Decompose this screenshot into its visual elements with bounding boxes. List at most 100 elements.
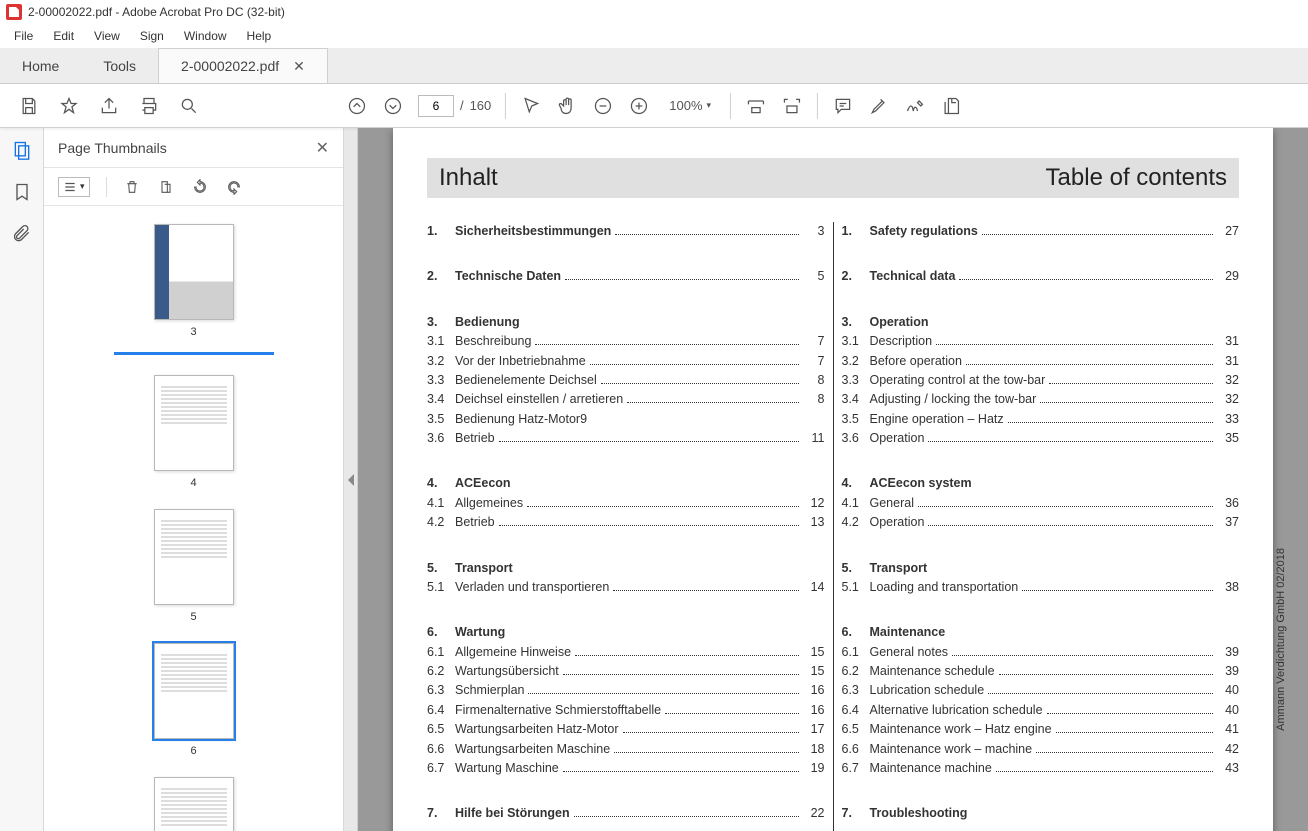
tab-close-icon[interactable]: ✕ [293,58,305,75]
panel-close-icon[interactable]: ✕ [316,138,329,158]
toc-entry: 3.6Operation35 [842,429,1240,448]
thumbnail-label: 3 [190,326,196,338]
toc-entry: 3.5Engine operation – Hatz33 [842,410,1240,429]
toc-heading: 3.Bedienung [427,313,825,332]
toc-heading: 6.Maintenance [842,623,1240,642]
toc-entry: 6.5Maintenance work – Hatz engine41 [842,720,1240,739]
thumbnails-icon[interactable] [10,138,34,162]
more-tools-icon[interactable] [940,95,962,117]
panel-title: Page Thumbnails [58,140,167,156]
panel-collapse-handle[interactable] [344,128,358,831]
zoom-out-icon[interactable] [592,95,614,117]
fit-page-icon[interactable] [781,95,803,117]
toc-entry: 6.7Maintenance machine43 [842,759,1240,778]
menu-edit[interactable]: Edit [45,27,82,45]
thumbnail-page-6[interactable]: 6 [154,643,234,757]
thumb-insert-icon[interactable] [157,178,175,196]
tab-home[interactable]: Home [0,48,81,83]
toc-entry: 3.1Beschreibung7 [427,332,825,351]
chevron-down-icon: ▾ [707,100,712,111]
app-icon [6,4,22,20]
toc-heading: 1.Safety regulations27 [842,222,1240,241]
toc-heading: 6.Wartung [427,623,825,642]
toc-heading: 4.ACEecon [427,474,825,493]
toc-entry: 6.4Firmenalternative Schmierstofftabelle… [427,701,825,720]
toc-entry: 3.3Bedienelemente Deichsel8 [427,371,825,390]
toc-entry: 6.1Allgemeine Hinweise15 [427,643,825,662]
zoom-in-icon[interactable] [628,95,650,117]
menu-window[interactable]: Window [176,27,235,45]
page-total: 160 [470,98,492,113]
menu-file[interactable]: File [6,27,41,45]
nav-rail [0,128,44,831]
thumbnail-page-5[interactable]: 5 [154,509,234,623]
tab-document-label: 2-00002022.pdf [181,58,279,74]
toc-entry: 5.1Verladen und transportieren14 [427,578,825,597]
toc-heading: 1.Sicherheitsbestimmungen3 [427,222,825,241]
delete-icon[interactable] [123,178,141,196]
thumbnail-page-7[interactable]: 7 [154,777,234,831]
tab-document[interactable]: 2-00002022.pdf ✕ [158,48,328,83]
rotate-ccw-icon[interactable] [191,178,209,196]
menu-sign[interactable]: Sign [132,27,172,45]
star-icon[interactable] [58,95,80,117]
toc-entry: 6.1General notes39 [842,643,1240,662]
toc-entry: 4.2Operation37 [842,513,1240,532]
sign-icon[interactable] [904,95,926,117]
toc-entry: 3.4Adjusting / locking the tow-bar32 [842,390,1240,409]
hand-icon[interactable] [556,95,578,117]
toc-entry: 6.3Schmierplan16 [427,681,825,700]
zoom-level[interactable]: 100%▾ [664,95,716,116]
thumbnails-panel: Page Thumbnails ✕ ▾ 3 4 5 6 7 [44,128,344,831]
toc-entry: 6.3Lubrication schedule40 [842,681,1240,700]
toc-header: Inhalt Table of contents [427,158,1239,198]
thumbnail-label: 4 [190,477,196,489]
find-icon[interactable] [178,95,200,117]
toc-entry: 6.6Wartungsarbeiten Maschine18 [427,740,825,759]
page-indicator: / 160 [418,95,491,117]
bookmark-icon[interactable] [10,180,34,204]
toc-entry: 6.2Wartungsübersicht15 [427,662,825,681]
toc-heading: 7.Hilfe bei Störungen22 [427,804,825,823]
page-down-icon[interactable] [382,95,404,117]
share-icon[interactable] [98,95,120,117]
toc-heading: 7.Troubleshooting [842,804,1240,823]
page-footer-rotated: Ammann Verdichtung GmbH 02/2018 [1275,548,1287,731]
comment-icon[interactable] [832,95,854,117]
thumbnail-label: 5 [190,611,196,623]
toc-entry: 3.1Description31 [842,332,1240,351]
toc-heading: 2.Technical data29 [842,267,1240,286]
document-view[interactable]: Inhalt Table of contents 1.Sicherheitsbe… [358,128,1308,831]
rotate-cw-icon[interactable] [225,178,243,196]
thumbnail-list[interactable]: 3 4 5 6 7 [44,206,343,831]
menu-view[interactable]: View [86,27,128,45]
toc-entry: 6.6Maintenance work – machine42 [842,740,1240,759]
toc-entry: 6.2Maintenance schedule39 [842,662,1240,681]
thumbnail-label: 6 [190,745,196,757]
menu-help[interactable]: Help [239,27,280,45]
page-up-icon[interactable] [346,95,368,117]
print-icon[interactable] [138,95,160,117]
tab-tools[interactable]: Tools [81,48,158,83]
save-icon[interactable] [18,95,40,117]
toc-entry: 6.5Wartungsarbeiten Hatz-Motor17 [427,720,825,739]
thumb-options[interactable]: ▾ [58,177,90,197]
toc-entry: 3.2Vor der Inbetriebnahme7 [427,352,825,371]
attachment-icon[interactable] [10,222,34,246]
toc-entry: 3.4Deichsel einstellen / arretieren8 [427,390,825,409]
toc-entry: 6.4Alternative lubrication schedule40 [842,701,1240,720]
toc-column-en: 1.Safety regulations27 2.Technical data29… [834,222,1240,831]
chevron-left-icon [348,474,354,486]
toc-heading: 2.Technische Daten5 [427,267,825,286]
toc-entry: 4.1General36 [842,494,1240,513]
page-number-input[interactable] [418,95,454,117]
toc-entry: 5.1Loading and transportation38 [842,578,1240,597]
toc-heading: 3.Operation [842,313,1240,332]
pointer-icon[interactable] [520,95,542,117]
toc-title-right: Table of contents [1046,164,1227,192]
toc-entry: 6.7Wartung Maschine19 [427,759,825,778]
fit-width-icon[interactable] [745,95,767,117]
thumbnail-page-4[interactable]: 4 [154,375,234,489]
highlight-icon[interactable] [868,95,890,117]
thumbnail-page-3[interactable]: 3 [114,224,274,355]
